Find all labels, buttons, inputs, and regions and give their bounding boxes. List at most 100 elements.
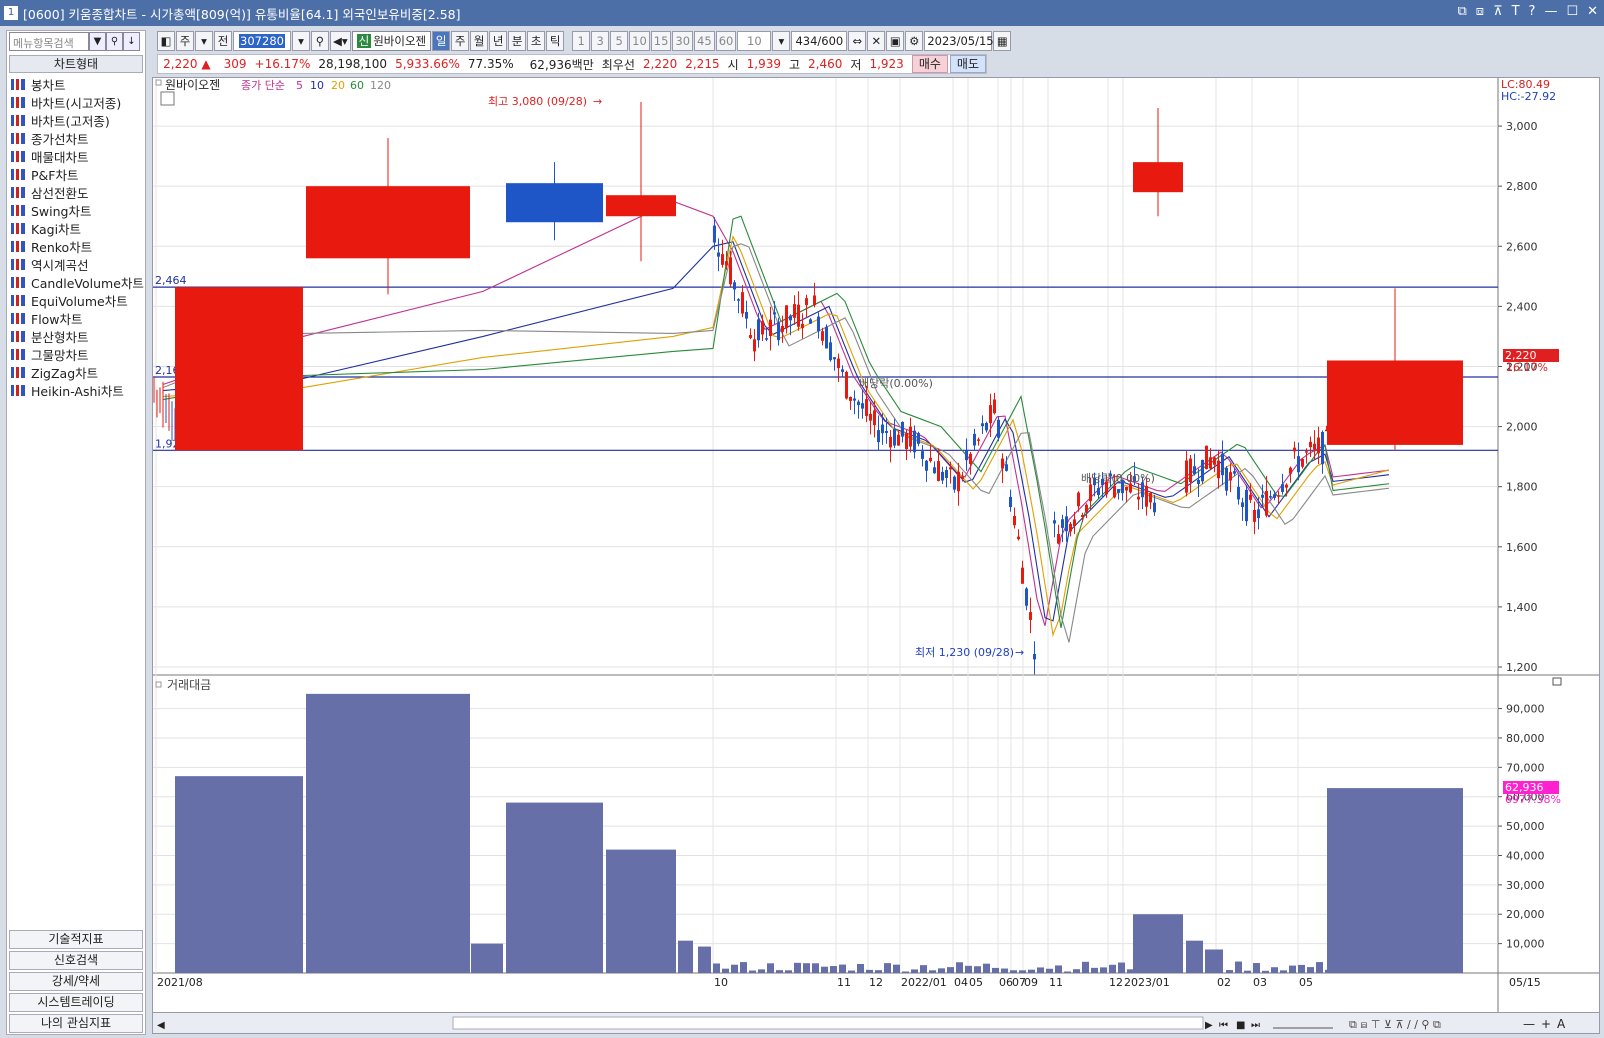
layout-icon[interactable]: ◧ — [157, 31, 175, 51]
legend-ma-10[interactable]: 10 — [310, 79, 324, 92]
dropdown-arrow-icon[interactable]: ▾ — [772, 31, 791, 51]
tab-second[interactable]: 초 — [527, 31, 546, 51]
legend-ma-60[interactable]: 60 — [350, 79, 364, 92]
chart-type-item[interactable]: Flow차트 — [11, 309, 144, 327]
gear-icon[interactable]: ⚙ — [905, 31, 924, 51]
help-icon[interactable]: ? — [1529, 4, 1536, 19]
daily-candle-body — [885, 431, 888, 433]
fast-forward-icon[interactable]: ⏭ — [1251, 1020, 1260, 1031]
chart-type-item[interactable]: 그물망차트 — [11, 345, 144, 363]
tile-icon[interactable]: ⧈ — [1476, 4, 1484, 19]
right-arrow-icon: → — [593, 95, 602, 108]
signal-search-button[interactable]: 신호검색 — [9, 951, 143, 970]
font-icon[interactable]: T — [1512, 4, 1520, 19]
scroll-thumb[interactable] — [452, 1016, 1204, 1030]
interval-5[interactable]: 5 — [610, 31, 629, 51]
my-indicator-button[interactable]: 나의 관심지표 — [9, 1014, 143, 1033]
volume-bar — [698, 946, 711, 973]
close-icon[interactable]: ✕ — [1587, 4, 1598, 19]
chart-type-item[interactable]: 종가선차트 — [11, 129, 144, 147]
search-icon[interactable]: ⚲ — [106, 32, 123, 51]
tab-tick[interactable]: 틱 — [546, 31, 565, 51]
panel-max-icon[interactable] — [1552, 677, 1562, 686]
interval-60[interactable]: 60 — [715, 31, 737, 51]
chart-svg[interactable]: 3,0002,8002,6002,4002,2002,0001,8001,600… — [153, 78, 1599, 1013]
legend-stock-name[interactable]: 원바이오젠 — [165, 78, 220, 92]
system-trading-button[interactable]: 시스템트레이딩 — [9, 993, 143, 1012]
maximize-icon[interactable]: ☐ — [1566, 4, 1578, 19]
chart-type-item[interactable]: Renko차트 — [11, 237, 144, 255]
tab-monthly[interactable]: 월 — [470, 31, 489, 51]
daily-candle-body — [949, 467, 952, 470]
link-icon[interactable]: ⧉ — [1457, 4, 1466, 19]
sound-icon[interactable]: ◀▾ — [330, 31, 351, 51]
scroll-left-icon[interactable]: ◀ — [157, 1020, 165, 1031]
tab-yearly[interactable]: 년 — [489, 31, 508, 51]
minimize-icon[interactable]: — — [1544, 4, 1557, 19]
dropdown-arrow-icon[interactable]: ▾ — [195, 31, 213, 51]
legend-ma-5[interactable]: 5 — [296, 79, 303, 92]
zoom-icon[interactable]: ⇔ — [848, 31, 867, 51]
sell-button[interactable]: 매도 — [949, 55, 986, 73]
stock-code-input[interactable]: 307280 — [233, 31, 291, 51]
volume-bar — [1307, 967, 1314, 973]
chart-type-item[interactable]: Swing차트 — [11, 201, 144, 219]
interval-45[interactable]: 45 — [694, 31, 715, 51]
chart-type-item[interactable]: 봉차트 — [11, 75, 144, 93]
chart-type-item[interactable]: EquiVolume차트 — [11, 291, 144, 309]
prev-button[interactable]: 전 — [214, 31, 232, 51]
drawing-tools-icon[interactable]: ⧉ ⧈ ⊤ ⊻ ⊼ ∕ ∕ ⚲ ⧉ — [1349, 1018, 1441, 1031]
stop-icon[interactable]: ■ — [1236, 1020, 1245, 1031]
calendar-icon[interactable]: ▦ — [993, 31, 1012, 51]
x-tick-label: 11 — [837, 976, 851, 989]
down-arrow-icon[interactable]: ↓ — [123, 32, 140, 51]
strength-button[interactable]: 강세/약세 — [9, 972, 143, 991]
menu-search-input[interactable]: 메뉴항목검색 — [9, 32, 89, 51]
crosshair-icon[interactable]: ✕ — [867, 31, 886, 51]
zoom-in-icon[interactable]: + — [1541, 1017, 1551, 1031]
chart-type-item[interactable]: 매물대차트 — [11, 147, 144, 165]
interval-30[interactable]: 30 — [672, 31, 694, 51]
period-select[interactable]: 주 — [176, 31, 194, 51]
interval-15[interactable]: 15 — [650, 31, 672, 51]
interval-3[interactable]: 3 — [591, 31, 610, 51]
technical-indicator-button[interactable]: 기술적지표 — [9, 930, 143, 949]
chart-type-item[interactable]: Kagi차트 — [11, 219, 144, 237]
chart-type-item[interactable]: Heikin-Ashi차트 — [11, 381, 144, 399]
chart-area[interactable]: 3,000 2,800 2,600 2,400 2,200 2,000 1,800 1,600… — [152, 77, 1600, 1024]
chart-type-item[interactable]: 바차트(시고저종) — [11, 93, 144, 111]
dropdown-arrow-icon[interactable]: ▾ — [292, 31, 310, 51]
auto-icon[interactable]: A — [1557, 1017, 1566, 1031]
interval-input[interactable]: 10 — [737, 31, 772, 51]
rewind-icon[interactable]: ⏮ — [1219, 1020, 1228, 1031]
chart-type-item[interactable]: CandleVolume차트 — [11, 273, 144, 291]
legend-ma-label[interactable]: 종가 단순 — [241, 79, 285, 92]
chart-type-item[interactable]: ZigZag차트 — [11, 363, 144, 381]
pin-icon[interactable]: ⊼ — [1493, 4, 1503, 19]
save-icon[interactable]: ▣ — [886, 31, 905, 51]
interval-1[interactable]: 1 — [572, 31, 591, 51]
chart-type-item[interactable]: 삼선전환도 — [11, 183, 144, 201]
buy-button[interactable]: 매수 — [911, 55, 948, 73]
chart-type-item[interactable]: 역시계곡선 — [11, 255, 144, 273]
interval-10[interactable]: 10 — [629, 31, 650, 51]
legend-ma-120[interactable]: 120 — [370, 79, 391, 92]
dropdown-arrow-icon[interactable]: ▼ — [89, 32, 106, 51]
tab-daily[interactable]: 일 — [432, 31, 451, 51]
chart-type-item[interactable]: P&F차트 — [11, 165, 144, 183]
data-count[interactable]: 434/600 — [791, 31, 848, 51]
scroll-right-icon[interactable]: ▶ — [1205, 1020, 1213, 1031]
volume-panel-title[interactable]: 거래대금 — [167, 678, 211, 692]
volume-tick-label: 80,000 — [1506, 732, 1545, 745]
scroll-bar[interactable]: ◀ ▶ ⏮ ■ ⏭ ⧉ ⧈ ⊤ ⊻ ⊼ ∕ ∕ ⚲ ⧉ — + A — [152, 1012, 1600, 1034]
chart-type-item[interactable]: 분산형차트 — [11, 327, 144, 345]
zoom-out-icon[interactable]: — — [1523, 1017, 1535, 1031]
legend-ma-20[interactable]: 20 — [331, 79, 345, 92]
tab-weekly[interactable]: 주 — [451, 31, 470, 51]
search-icon[interactable]: ⚲ — [311, 31, 329, 51]
date-input[interactable]: 2023/05/15 — [924, 31, 994, 51]
daily-candle-body — [1077, 492, 1080, 507]
chart-type-list: 봉차트 바차트(시고저종) 바차트(고저종) 종가선차트 매물대차트 P&F차트… — [11, 75, 144, 399]
chart-type-item[interactable]: 바차트(고저종) — [11, 111, 144, 129]
tab-minute[interactable]: 분 — [508, 31, 527, 51]
